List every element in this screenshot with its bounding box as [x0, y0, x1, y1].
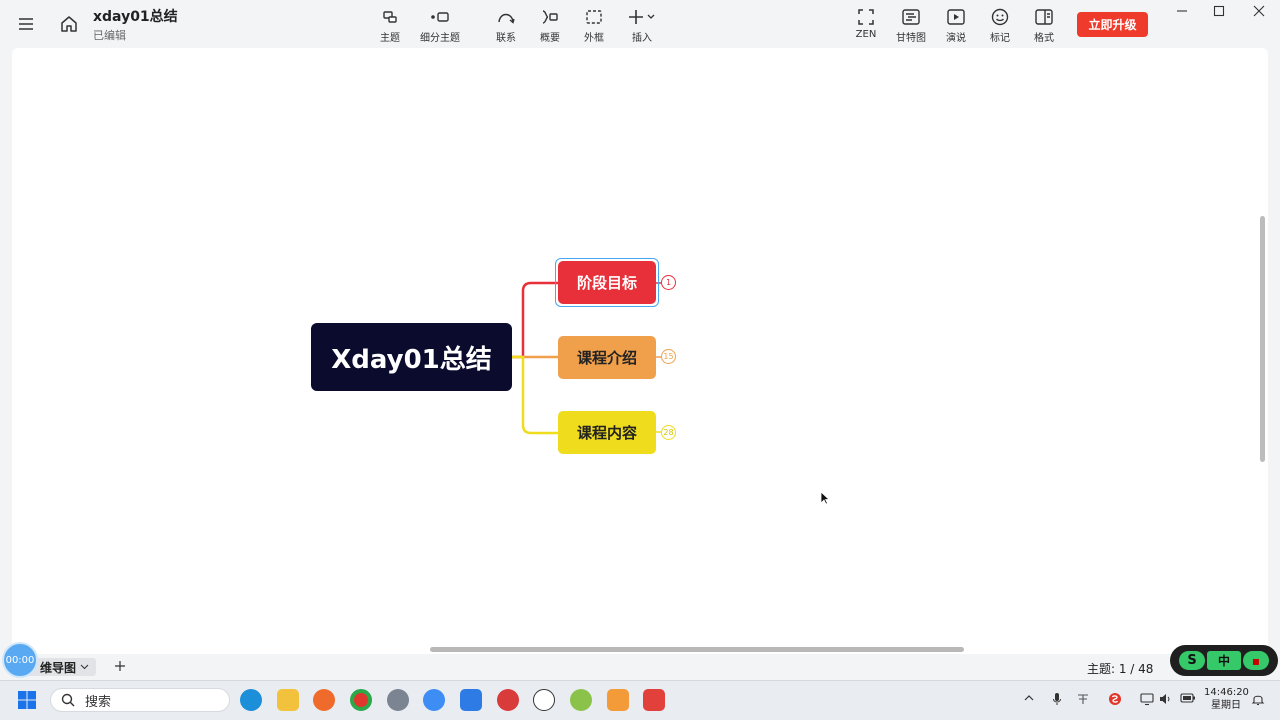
windows-start-icon[interactable] — [17, 690, 37, 710]
topic-count: 主题: 1 / 48 — [1087, 662, 1154, 676]
keyboard-layout-icon[interactable] — [1076, 692, 1090, 709]
xmind-app-icon[interactable] — [643, 689, 665, 711]
volume-icon[interactable] — [1158, 692, 1172, 709]
ime-mode-toggle[interactable]: 中 — [1207, 651, 1241, 670]
search-placeholder: 搜索 — [85, 694, 112, 710]
clock-time: 14:46:20 — [1204, 687, 1249, 698]
vertical-scrollbar[interactable] — [1260, 216, 1265, 462]
green-app-icon[interactable] — [570, 689, 592, 711]
messenger-icon[interactable] — [460, 689, 482, 711]
firefox-icon[interactable] — [313, 689, 335, 711]
add-sheet-icon[interactable] — [114, 657, 126, 676]
notes-app-icon[interactable] — [607, 689, 629, 711]
collapsed-count-badge[interactable]: 15 — [661, 349, 676, 364]
search-icon — [61, 693, 75, 707]
file-explorer-icon[interactable] — [277, 689, 299, 711]
taskbar-search[interactable]: 搜索 — [50, 688, 230, 712]
sogou-logo-icon: S — [1179, 651, 1205, 670]
horizontal-scrollbar[interactable] — [430, 647, 964, 652]
chrome-icon[interactable] — [350, 689, 372, 711]
mouse-cursor-icon — [820, 490, 831, 509]
ime-toolbar[interactable]: S 中 ▪ — [1170, 645, 1278, 676]
root-topic[interactable]: Xday01总结 — [311, 323, 512, 391]
recording-timer[interactable]: 00:00 — [2, 642, 38, 678]
clock-app-icon[interactable] — [533, 689, 555, 711]
pdf-app-icon[interactable] — [497, 689, 519, 711]
settings-gear-icon[interactable] — [387, 689, 409, 711]
display-icon[interactable] — [1140, 692, 1154, 709]
taskbar-clock[interactable]: 14:46:20 星期日 — [1204, 686, 1249, 712]
chevron-up-icon[interactable] — [1024, 692, 1034, 705]
sogou-tray-icon[interactable] — [1108, 692, 1122, 709]
branch-topic-stage-goal[interactable]: 阶段目标 — [558, 261, 656, 304]
clock-day: 星期日 — [1211, 700, 1241, 711]
battery-icon[interactable] — [1180, 692, 1196, 707]
chevron-down-icon — [80, 664, 89, 670]
chat-app-icon[interactable] — [423, 689, 445, 711]
collapsed-count-badge[interactable]: 28 — [661, 425, 676, 440]
edge-icon[interactable] — [240, 689, 262, 711]
collapsed-count-badge[interactable]: 1 — [661, 275, 676, 290]
microphone-icon[interactable] — [1052, 692, 1062, 709]
sheet-tab-label: 维导图 — [40, 660, 77, 675]
ime-skin-icon[interactable]: ▪ — [1243, 651, 1269, 670]
branch-topic-course-intro[interactable]: 课程介绍 — [558, 336, 656, 379]
notification-bell-icon[interactable] — [1251, 692, 1265, 709]
branch-topic-course-content[interactable]: 课程内容 — [558, 411, 656, 454]
